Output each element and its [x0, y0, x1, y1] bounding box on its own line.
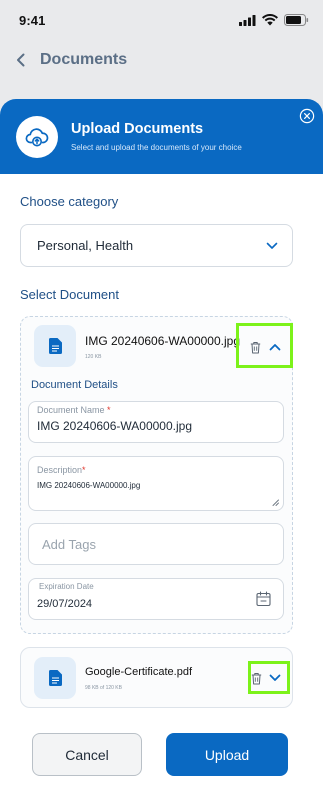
expiration-date-field[interactable]: Expiration Date 29/07/2024: [28, 578, 284, 620]
cloud-upload-badge: [16, 115, 58, 158]
signal-icon: [239, 14, 256, 26]
wifi-icon: [262, 14, 278, 26]
sheet-subtitle: Select and upload the documents of your …: [71, 143, 242, 152]
close-icon[interactable]: [299, 108, 315, 124]
document-card-header: IMG 20240606-WA00000.jpg 120 KB: [21, 317, 293, 373]
document-card-header: Google-Certificate.pdf 98 KB of 120 KB: [21, 648, 292, 704]
document-card-collapsed: Google-Certificate.pdf 98 KB of 120 KB: [20, 647, 293, 708]
document-file-icon: [48, 338, 62, 354]
category-value: Personal, Health: [37, 238, 134, 253]
sheet-header: Upload Documents Select and upload the d…: [0, 99, 323, 174]
page-title: Documents: [40, 51, 128, 68]
sheet-title: Upload Documents: [71, 121, 204, 137]
document-card-expanded: IMG 20240606-WA00000.jpg 120 KB Document…: [20, 316, 293, 634]
description-label: Description*: [37, 465, 86, 475]
document-details-title: Document Details: [31, 379, 118, 391]
chevron-down-icon: [266, 242, 278, 249]
resize-handle-icon[interactable]: [272, 499, 279, 506]
add-tags-placeholder: Add Tags: [42, 537, 96, 552]
cloud-upload-icon: [25, 127, 49, 146]
upload-button[interactable]: Upload: [166, 733, 288, 776]
status-time: 9:41: [19, 12, 46, 28]
back-button[interactable]: [12, 48, 30, 72]
file-size: 98 KB of 120 KB: [85, 685, 122, 691]
description-value: IMG 20240606-WA00000.jpg: [37, 481, 141, 490]
chevron-left-icon: [17, 53, 25, 67]
chevron-up-icon[interactable]: [269, 343, 281, 351]
document-name-value: IMG 20240606-WA00000.jpg: [37, 419, 192, 433]
category-label: Choose category: [20, 194, 119, 209]
file-name: Google-Certificate.pdf: [85, 666, 192, 678]
status-icons: [239, 14, 309, 26]
description-field[interactable]: Description* IMG 20240606-WA00000.jpg: [28, 456, 284, 511]
calendar-icon[interactable]: [256, 591, 271, 607]
status-bar: 9:41: [0, 0, 323, 40]
trash-icon[interactable]: [250, 341, 261, 354]
document-name-label: Document Name *: [37, 405, 111, 415]
cancel-button[interactable]: Cancel: [32, 733, 142, 776]
category-select[interactable]: Personal, Health: [20, 224, 293, 267]
file-thumbnail: [34, 325, 76, 367]
document-file-icon: [48, 670, 62, 686]
expiration-date-value: 29/07/2024: [37, 598, 93, 610]
highlight-box: [236, 323, 293, 368]
chevron-down-icon[interactable]: [269, 674, 281, 682]
trash-icon[interactable]: [251, 672, 262, 685]
add-tags-field[interactable]: Add Tags: [28, 523, 284, 565]
file-thumbnail: [34, 657, 76, 699]
select-document-label: Select Document: [20, 287, 119, 302]
file-size: 120 KB: [85, 354, 102, 360]
battery-icon: [284, 14, 309, 26]
document-name-field[interactable]: Document Name * IMG 20240606-WA00000.jpg: [28, 401, 284, 443]
file-name: IMG 20240606-WA00000.jpg: [85, 334, 240, 348]
expiration-date-label: Expiration Date: [39, 582, 94, 591]
nav-bar: Documents: [0, 40, 323, 80]
